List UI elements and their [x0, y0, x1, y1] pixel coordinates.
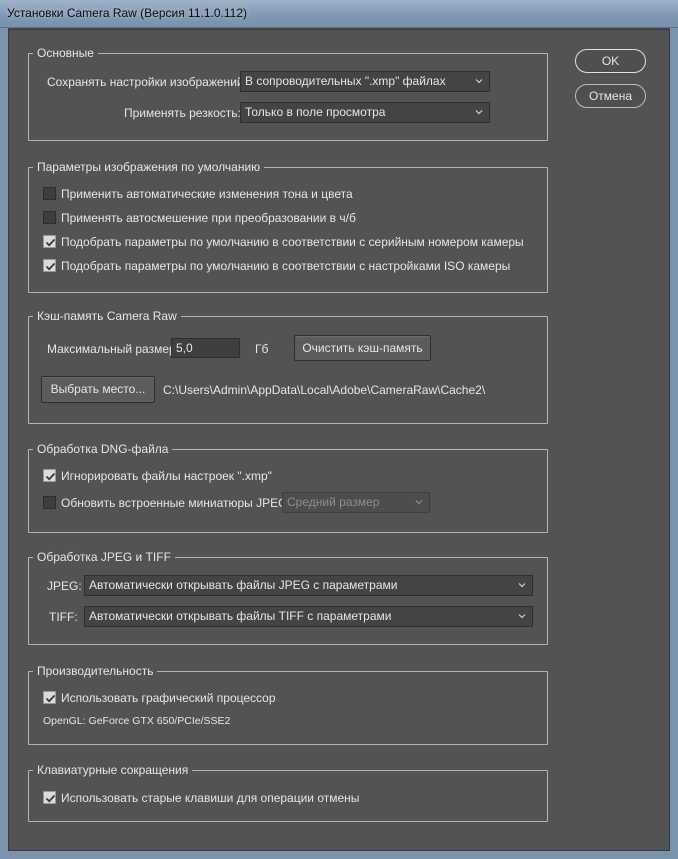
auto-tone-checkbox[interactable]: [43, 187, 56, 200]
update-previews-checkbox[interactable]: [43, 496, 56, 509]
window-frame-bottom: [0, 851, 678, 859]
checkmark-icon: [45, 238, 56, 247]
ok-button[interactable]: OK: [575, 49, 646, 73]
tiff-handling-select[interactable]: Автоматически открывать файлы TIFF с пар…: [84, 606, 533, 627]
defaults-group: Параметры изображения по умолчанию: [28, 160, 548, 293]
ignore-xmp-checkbox[interactable]: [43, 469, 56, 482]
jpeg-handling-value: Автоматически открывать файлы JPEG с пар…: [89, 578, 398, 592]
save-settings-value: В сопроводительных ".xmp" файлах: [245, 74, 446, 88]
tiff-label: TIFF:: [49, 610, 78, 624]
purge-cache-button[interactable]: Очистить кэш-память: [294, 335, 431, 361]
checkmark-icon: [45, 694, 56, 703]
checkmark-icon: [45, 262, 56, 271]
performance-group-title: Производительность: [33, 664, 158, 678]
preview-size-value: Средний размер: [287, 495, 380, 509]
use-gpu-checkbox[interactable]: [43, 691, 56, 704]
chevron-down-icon: [518, 612, 526, 620]
dng-group-title: Обработка DNG-файла: [33, 442, 173, 456]
window-title: Установки Camera Raw (Версия 11.1.0.112): [7, 6, 247, 20]
cache-group: Кэш-память Camera Raw: [28, 309, 548, 424]
window-frame-left: [0, 28, 8, 859]
window-frame-right: [670, 28, 678, 859]
shortcuts-group-title: Клавиатурные сокращения: [33, 763, 193, 777]
save-settings-select[interactable]: В сопроводительных ".xmp" файлах: [240, 71, 490, 92]
cache-path: C:\Users\Admin\AppData\Local\Adobe\Camer…: [163, 383, 486, 397]
jpeg-tiff-group: Обработка JPEG и TIFF: [28, 550, 548, 645]
jpeg-handling-select[interactable]: Автоматически открывать файлы JPEG с пар…: [84, 575, 533, 596]
chevron-down-icon: [518, 581, 526, 589]
gpu-info: OpenGL: GeForce GTX 650/PCIe/SSE2: [43, 715, 231, 727]
save-settings-label: Сохранять настройки изображений:: [47, 75, 247, 89]
chevron-down-icon: [475, 108, 483, 116]
ignore-xmp-label: Игнорировать файлы настроек ".xmp": [61, 469, 272, 483]
serial-defaults-checkbox[interactable]: [43, 235, 56, 248]
chevron-down-icon: [415, 498, 423, 506]
checkmark-icon: [45, 472, 56, 481]
cancel-button[interactable]: Отмена: [575, 84, 646, 108]
use-gpu-label: Использовать графический процессор: [61, 691, 276, 705]
auto-mix-label: Применять автосмешение при преобразовани…: [61, 211, 356, 225]
select-location-button[interactable]: Выбрать место...: [41, 376, 155, 403]
update-previews-label: Обновить встроенные миниатюры JPEG:: [61, 496, 291, 510]
serial-defaults-label: Подобрать параметры по умолчанию в соотв…: [61, 235, 524, 249]
performance-group: Производительность: [28, 664, 548, 745]
legacy-undo-label: Использовать старые клавиши для операции…: [61, 791, 360, 805]
checkmark-icon: [45, 794, 56, 803]
sharpen-select[interactable]: Только в поле просмотра: [240, 102, 490, 123]
tiff-handling-value: Автоматически открывать файлы TIFF с пар…: [89, 609, 392, 623]
auto-mix-checkbox[interactable]: [43, 211, 56, 224]
size-unit-label: Гб: [255, 342, 269, 356]
max-size-input[interactable]: 5,0: [171, 338, 240, 358]
max-size-label: Максимальный размер:: [47, 342, 180, 356]
general-group-title: Основные: [33, 46, 98, 60]
legacy-undo-checkbox[interactable]: [43, 791, 56, 804]
jpeg-label: JPEG:: [47, 579, 82, 593]
jpeg-tiff-group-title: Обработка JPEG и TIFF: [33, 550, 175, 564]
title-bar: Установки Camera Raw (Версия 11.1.0.112): [0, 0, 678, 28]
sharpen-label: Применять резкость:: [124, 106, 241, 120]
iso-defaults-checkbox[interactable]: [43, 259, 56, 272]
general-group: Основные: [28, 46, 548, 141]
dng-group: Обработка DNG-файла: [28, 442, 548, 533]
cache-group-title: Кэш-память Camera Raw: [33, 309, 181, 323]
chevron-down-icon: [475, 77, 483, 85]
sharpen-value: Только в поле просмотра: [245, 105, 386, 119]
defaults-group-title: Параметры изображения по умолчанию: [33, 160, 265, 174]
auto-tone-label: Применить автоматические изменения тона …: [61, 187, 353, 201]
iso-defaults-label: Подобрать параметры по умолчанию в соотв…: [61, 259, 511, 273]
preview-size-select[interactable]: Средний размер: [282, 492, 430, 513]
